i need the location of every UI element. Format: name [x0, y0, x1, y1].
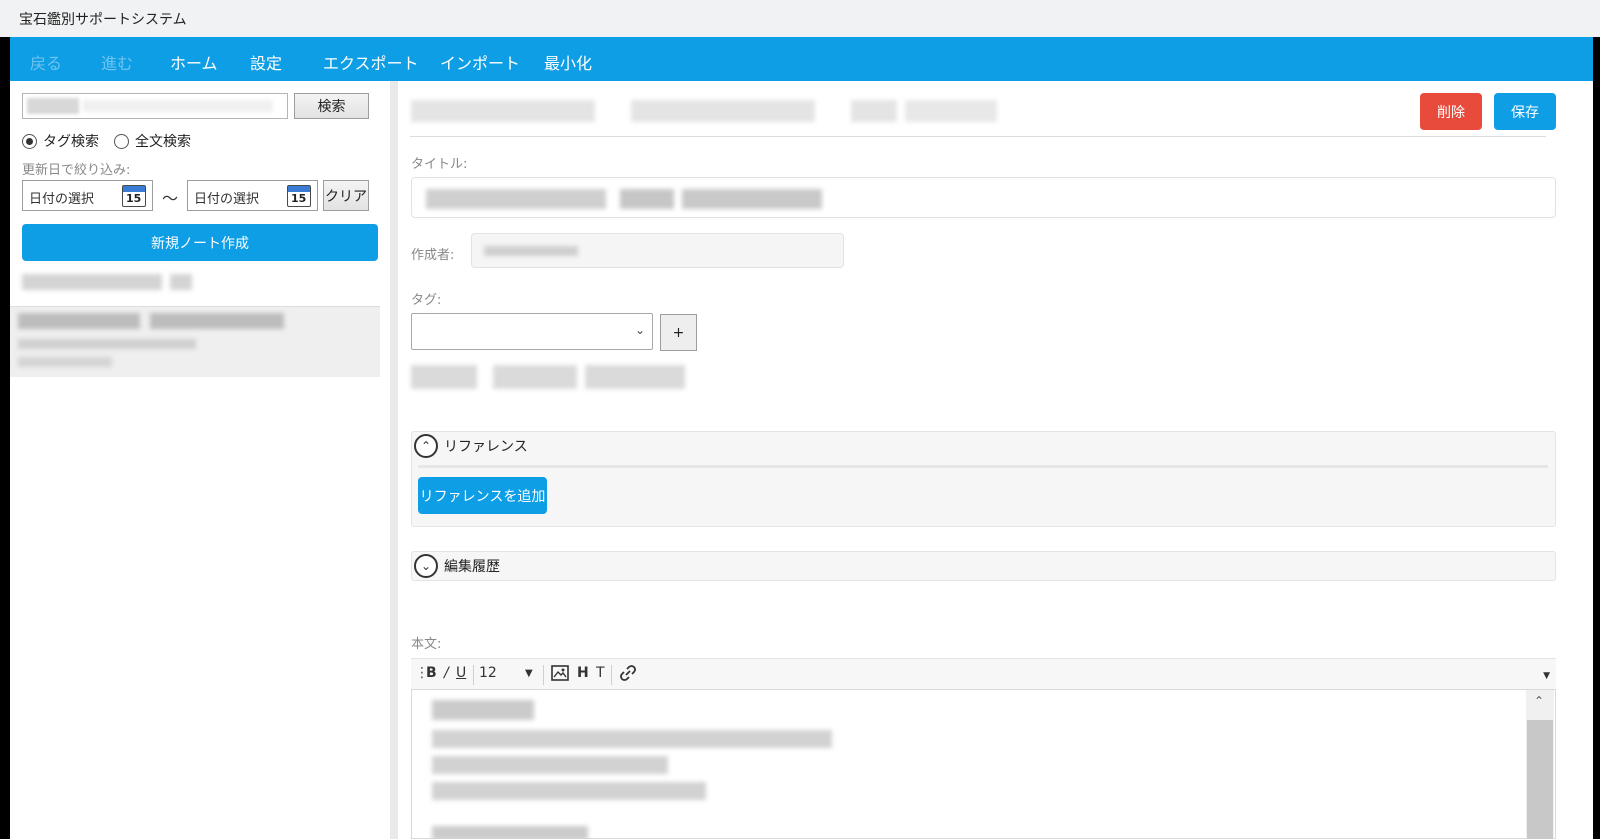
title-input[interactable]: [411, 177, 1556, 218]
list-header-redacted: [22, 274, 162, 290]
toolbar-overflow-icon[interactable]: ▼: [1543, 671, 1550, 681]
radio-tag-search[interactable]: タグ検索: [22, 131, 99, 151]
pane-splitter[interactable]: [390, 81, 398, 839]
reference-panel-header[interactable]: ⌃ リファレンス: [414, 434, 528, 458]
menu-import[interactable]: インポート: [440, 50, 520, 74]
tag-chip[interactable]: [585, 365, 685, 389]
tag-chip[interactable]: [493, 365, 577, 389]
reference-panel: ⌃ リファレンス リファレンスを追加: [411, 431, 1556, 527]
font-size-select[interactable]: 12: [479, 665, 497, 681]
chevron-down-icon: ⌄: [634, 323, 645, 337]
menu-home[interactable]: ホーム: [170, 50, 218, 74]
date-range-separator: ～: [162, 189, 179, 208]
tag-label: タグ:: [411, 293, 442, 308]
scrollbar-thumb[interactable]: [1527, 720, 1553, 839]
search-value-redacted: [27, 98, 79, 114]
search-value-redacted-2: [83, 100, 273, 112]
add-reference-button[interactable]: リファレンスを追加: [418, 477, 547, 514]
list-item[interactable]: [10, 307, 380, 377]
date-from-placeholder: 日付の選択: [29, 192, 95, 207]
italic-button[interactable]: /: [444, 665, 449, 681]
app-window: 戻る 進む ホーム 設定 エクスポート インポート 最小化 検索 タグ検索 全文…: [10, 37, 1593, 839]
author-label: 作成者:: [411, 248, 455, 263]
date-from-field[interactable]: 日付の選択 15: [22, 180, 153, 211]
text-button[interactable]: T: [596, 665, 605, 681]
radio-checked-icon: [22, 133, 37, 149]
new-note-button[interactable]: 新規ノート作成: [22, 224, 378, 261]
list-count-redacted: [170, 274, 192, 290]
chevron-down-icon: ⌄: [414, 554, 438, 578]
caret-down-icon[interactable]: ▼: [525, 668, 533, 679]
note-editor: 削除 保存 タイトル: 作成者: タグ: ⌄ + ⌃ リファレンス リファレンス…: [400, 81, 1593, 839]
clear-button[interactable]: クリア: [323, 180, 369, 211]
history-panel: ⌄ 編集履歴: [411, 551, 1556, 581]
radio-fulltext-search[interactable]: 全文検索: [114, 131, 191, 151]
delete-button[interactable]: 削除: [1420, 93, 1482, 130]
chevron-up-icon[interactable]: ⌃: [1534, 694, 1544, 708]
date-filter-label: 更新日で絞り込み:: [22, 163, 131, 178]
image-icon[interactable]: [551, 665, 569, 685]
menu-minimize[interactable]: 最小化: [544, 50, 592, 74]
window-title: 宝石鑑別サポートシステム: [19, 12, 187, 28]
editor-scrollbar[interactable]: ⌃: [1526, 690, 1554, 839]
editor-toolbar: ⋮ B / U 12 ▼ H T ▼: [411, 658, 1556, 689]
menu-back[interactable]: 戻る: [30, 50, 62, 74]
calendar-icon[interactable]: 15: [122, 185, 146, 207]
chevron-up-icon: ⌃: [414, 434, 438, 458]
radio-fulltext-label: 全文検索: [135, 134, 191, 150]
menu-settings[interactable]: 設定: [250, 50, 282, 74]
sidebar: 検索 タグ検索 全文検索 更新日で絞り込み: 日付の選択 15 ～ 日付の選択 …: [10, 81, 383, 839]
save-button[interactable]: 保存: [1494, 93, 1556, 130]
reference-list: [418, 465, 1548, 468]
search-input[interactable]: [22, 93, 288, 119]
title-bar: 宝石鑑別サポートシステム: [0, 0, 1600, 37]
link-icon[interactable]: [619, 665, 637, 685]
tag-chip[interactable]: [411, 365, 477, 389]
radio-unchecked-icon: [114, 133, 129, 149]
heading-button[interactable]: H: [577, 665, 589, 681]
menu-bar: 戻る 進む ホーム 設定 エクスポート インポート 最小化: [10, 37, 1593, 81]
menu-forward[interactable]: 進む: [101, 50, 133, 74]
add-tag-button[interactable]: +: [660, 314, 697, 351]
menu-export[interactable]: エクスポート: [323, 50, 419, 74]
title-label: タイトル:: [411, 157, 468, 172]
bold-button[interactable]: B: [426, 665, 437, 681]
reference-panel-title: リファレンス: [444, 439, 528, 455]
tag-select[interactable]: ⌄: [411, 313, 653, 350]
breadcrumb-redacted: [411, 100, 595, 122]
body-editor[interactable]: ⌃: [411, 689, 1556, 839]
search-button[interactable]: 検索: [294, 93, 369, 119]
author-field: [471, 233, 844, 268]
history-panel-title: 編集履歴: [444, 559, 500, 575]
radio-tag-label: タグ検索: [43, 134, 99, 150]
date-to-placeholder: 日付の選択: [194, 192, 260, 207]
body-label: 本文:: [411, 637, 442, 652]
history-panel-header[interactable]: ⌄ 編集履歴: [414, 554, 500, 578]
calendar-icon[interactable]: 15: [287, 185, 311, 207]
date-to-field[interactable]: 日付の選択 15: [187, 180, 318, 211]
divider: [410, 136, 1546, 137]
underline-button[interactable]: U: [456, 665, 466, 681]
